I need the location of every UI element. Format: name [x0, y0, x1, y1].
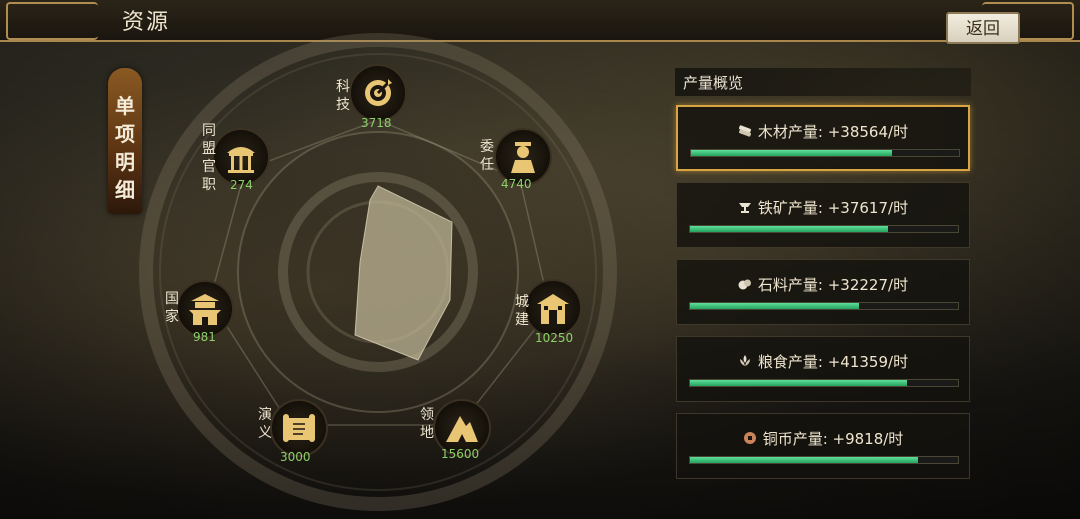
building-hammer-icon — [537, 294, 569, 324]
progress-fill — [691, 150, 892, 156]
stone-icon — [738, 277, 752, 295]
production-progress-bar — [690, 149, 960, 157]
progress-fill — [690, 303, 859, 309]
wheel-node-build[interactable] — [524, 279, 582, 337]
wheel-value-tech: 3718 — [361, 116, 392, 130]
wheel-label-tech: 科技 — [336, 79, 350, 113]
wheel-label-story: 演义 — [258, 407, 272, 441]
wheel-label-alliance: 同盟 官职 — [202, 123, 216, 193]
production-row-grain[interactable]: 粮食产量: +41359/时 — [676, 336, 970, 402]
production-row-stone[interactable]: 石料产量: +32227/时 — [676, 259, 970, 325]
production-overview-header: 产量概览 — [675, 68, 971, 96]
production-progress-bar — [689, 225, 959, 233]
palace-icon — [189, 294, 221, 325]
target-gear-icon — [365, 79, 392, 106]
coin-icon — [743, 431, 757, 449]
wheel-value-territory: 15600 — [441, 447, 480, 461]
wheel-label-nation: 国家 — [165, 291, 179, 325]
production-row-iron[interactable]: 铁矿产量: +37617/时 — [676, 182, 970, 248]
production-row-label: 铜币产量: +9818/时 — [762, 430, 904, 448]
wheel-node-story[interactable] — [270, 399, 328, 457]
wheel-node-tech[interactable] — [349, 64, 407, 122]
production-row-text: 木材产量: +38564/时 — [678, 121, 968, 142]
wheel-value-alliance: 274 — [230, 178, 253, 192]
production-row-text: 石料产量: +32227/时 — [677, 274, 969, 295]
progress-fill — [690, 226, 889, 232]
anvil-icon — [738, 200, 752, 218]
production-progress-bar — [689, 456, 959, 464]
progress-fill — [690, 380, 908, 386]
production-row-coin[interactable]: 铜币产量: +9818/时 — [676, 413, 970, 479]
wheel-label-territory: 领地 — [420, 407, 434, 441]
production-row-label: 铁矿产量: +37617/时 — [757, 199, 909, 217]
mountain-icon — [446, 416, 478, 442]
production-row-label: 木材产量: +38564/时 — [757, 123, 909, 141]
production-row-label: 粮食产量: +41359/时 — [757, 353, 909, 371]
wheel-value-story: 3000 — [280, 450, 311, 464]
wood-icon — [738, 124, 752, 142]
production-row-text: 粮食产量: +41359/时 — [677, 351, 969, 372]
production-row-wood[interactable]: 木材产量: +38564/时 — [676, 105, 970, 171]
wheel-value-appoint: 4740 — [501, 177, 532, 191]
wheel-label-build: 城建 — [515, 294, 529, 328]
scroll-icon — [283, 414, 315, 442]
wheel-label-appoint: 委任 — [480, 139, 494, 173]
production-overview-title: 产量概览 — [683, 74, 744, 92]
pavilion-icon — [227, 147, 255, 173]
official-figure-icon — [511, 142, 535, 173]
grain-icon — [738, 354, 752, 372]
production-progress-bar — [689, 379, 959, 387]
production-row-text: 铁矿产量: +37617/时 — [677, 197, 969, 218]
production-progress-bar — [689, 302, 959, 310]
wheel-value-build: 10250 — [535, 331, 574, 345]
progress-fill — [690, 457, 918, 463]
production-row-label: 石料产量: +32227/时 — [757, 276, 909, 294]
production-row-text: 铜币产量: +9818/时 — [677, 428, 969, 449]
wheel-value-nation: 981 — [193, 330, 216, 344]
